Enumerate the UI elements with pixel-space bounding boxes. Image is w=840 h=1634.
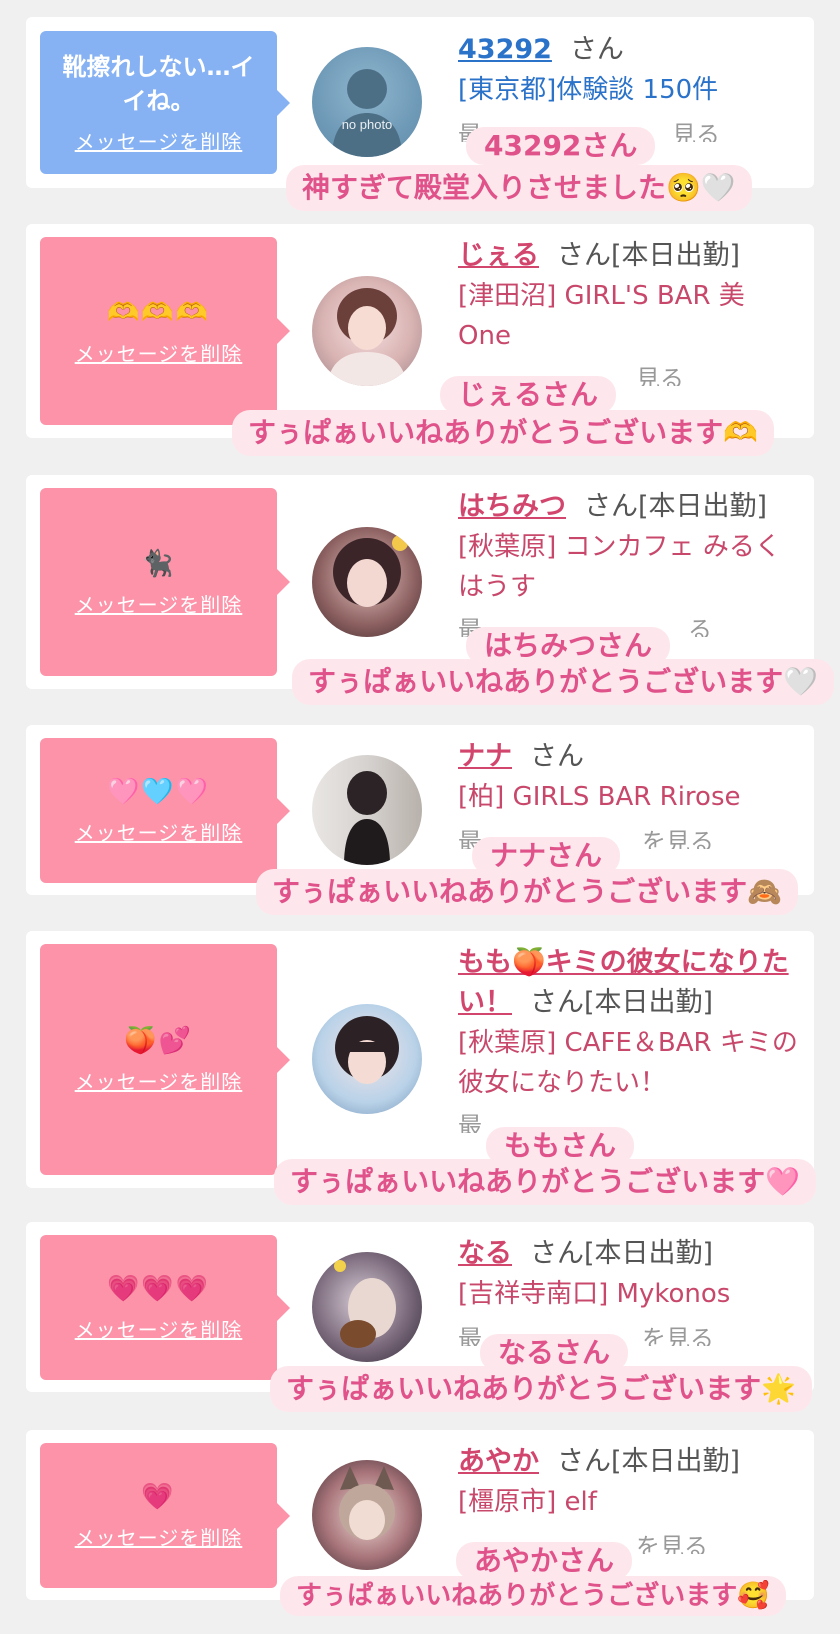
message-bubble: 🩷🩵🩷 メッセージを削除 xyxy=(40,738,290,883)
shop-info: [津田沼] GIRL'S BAR 美One xyxy=(458,281,745,351)
message-bubble: 🍑💕 メッセージを削除 xyxy=(40,944,290,1175)
message-bubble: 靴擦れしない…イイね。 メッセージを削除 xyxy=(40,31,290,174)
honorific: さん xyxy=(530,741,584,772)
profile-info: あやか さん[本日出勤] [橿原市] elf を見る xyxy=(458,1442,788,1554)
profile-info: じぇる さん[本日出勤] [津田沼] GIRL'S BAR 美One 見る xyxy=(458,236,788,386)
profile-photo-icon xyxy=(339,1466,395,1540)
delete-message-link[interactable]: メッセージを削除 xyxy=(75,1066,243,1095)
list-item: 🐈‍⬛ メッセージを削除 はちみつ さん[本日出勤] [秋葉原] コンカフェ みる… xyxy=(26,475,835,705)
message-emoji: 💗 xyxy=(141,1482,176,1512)
caption-name: あやかさん xyxy=(456,1542,633,1580)
profile-name-link[interactable]: ナナ xyxy=(458,741,512,772)
profile-photo-icon xyxy=(344,771,390,865)
message-emoji: 🩷🩵🩷 xyxy=(106,777,211,807)
message-text: 靴擦れしない…イイね。 xyxy=(62,53,255,115)
profile-info: もも🍑キミの彼女になりたい！ さん[本日出勤] [秋葉原] CAFE＆BAR キミ… xyxy=(458,943,798,1133)
list-item: 💗 メッセージを削除 あやか さん[本日出勤] [橿原市] elf を見る あやか… xyxy=(26,1430,814,1616)
caption-message: すぅぱぁいいねありがとうございます🥰 xyxy=(280,1576,786,1616)
shop-info: [橿原市] elf xyxy=(458,1487,597,1517)
profile-info: はちみつ さん[本日出勤] [秋葉原] コンカフェ みるくはうす 最る xyxy=(458,487,788,637)
avatar[interactable] xyxy=(312,527,422,637)
message-emoji: 🐈‍⬛ xyxy=(141,548,176,579)
profile-name-link[interactable]: 43292 xyxy=(458,34,552,65)
profile-info: 43292 さん [東京都]体験談 150件 最見る xyxy=(458,30,788,142)
list-item: 靴擦れしない…イイね。 メッセージを削除 no photo 43292 さん [東… xyxy=(26,17,814,211)
profile-photo-icon xyxy=(334,1260,396,1348)
delete-message-link[interactable]: メッセージを削除 xyxy=(75,1522,243,1551)
shop-info: [東京都]体験談 150件 xyxy=(458,75,719,105)
delete-message-link[interactable]: メッセージを削除 xyxy=(75,817,243,846)
like-message-list: 靴擦れしない…イイね。 メッセージを削除 no photo 43292 さん [東… xyxy=(0,0,840,1634)
delete-message-link[interactable]: メッセージを削除 xyxy=(75,589,243,618)
avatar[interactable] xyxy=(312,276,422,386)
delete-message-link[interactable]: メッセージを削除 xyxy=(75,338,243,367)
shop-info: [秋葉原] CAFE＆BAR キミの彼女になりたい！ xyxy=(458,1028,798,1098)
profile-photo-icon xyxy=(335,1016,399,1084)
list-item: 🩷🩵🩷 メッセージを削除 ナナ さん [柏] GIRLS BAR Rirose 最… xyxy=(26,725,814,915)
honorific: さん[本日出勤] xyxy=(557,1446,741,1477)
avatar[interactable] xyxy=(312,755,422,865)
caption-message: すぅぱぁいいねありがとうございます🫶 xyxy=(232,410,775,456)
profile-info: なる さん[本日出勤] [吉祥寺南口] Mykonos 最を見る xyxy=(458,1234,788,1346)
profile-photo-icon xyxy=(327,288,407,386)
profile-photo-icon xyxy=(333,535,408,607)
caption-name: 43292さん xyxy=(466,127,656,165)
delete-message-link[interactable]: メッセージを削除 xyxy=(75,126,243,155)
avatar[interactable] xyxy=(312,1252,422,1362)
honorific: さん[本日出勤] xyxy=(557,240,741,271)
caption-message: すぅぱぁいいねありがとうございます🩷 xyxy=(274,1159,817,1205)
shop-info: [秋葉原] コンカフェ みるくはうす xyxy=(458,532,781,602)
shop-info: [柏] GIRLS BAR Rirose xyxy=(458,782,741,812)
honorific: さん xyxy=(569,34,624,65)
message-emoji: 🫶🫶🫶 xyxy=(106,297,211,328)
list-item: 🫶🫶🫶 メッセージを削除 じぇる さん[本日出勤] [津田沼] GIRL'S BA… xyxy=(26,224,814,456)
delete-message-link[interactable]: メッセージを削除 xyxy=(75,1314,243,1343)
caption-message: 神すぎて殿堂入りさせました🥺🤍 xyxy=(286,165,752,211)
profile-name-link[interactable]: はちみつ xyxy=(458,491,566,522)
profile-name-link[interactable]: なる xyxy=(458,1238,512,1269)
honorific: さん[本日出勤] xyxy=(584,491,768,522)
message-emoji: 💗💗💗 xyxy=(106,1274,211,1304)
caption-message: すぅぱぁいいねありがとうございます🤍 xyxy=(292,659,835,705)
avatar[interactable] xyxy=(312,1004,422,1114)
list-item: 💗💗💗 メッセージを削除 なる さん[本日出勤] [吉祥寺南口] Mykonos … xyxy=(26,1222,814,1412)
profile-name-link[interactable]: じぇる xyxy=(458,240,539,271)
message-bubble: 🫶🫶🫶 メッセージを削除 xyxy=(40,237,290,425)
message-bubble: 🐈‍⬛ メッセージを削除 xyxy=(40,488,290,676)
profile-name-link[interactable]: あやか xyxy=(458,1446,539,1477)
profile-info: ナナ さん [柏] GIRLS BAR Rirose 最を見る xyxy=(458,737,788,849)
message-bubble: 💗💗💗 メッセージを削除 xyxy=(40,1235,290,1380)
message-emoji: 🍑💕 xyxy=(124,1026,193,1056)
avatar[interactable] xyxy=(312,1460,422,1570)
honorific: さん[本日出勤] xyxy=(530,987,714,1018)
caption-name: じぇるさん xyxy=(440,376,617,414)
avatar[interactable]: no photo xyxy=(312,47,422,157)
person-silhouette-icon: no photo xyxy=(332,69,402,157)
caption-message: すぅぱぁいいねありがとうございます🌟 xyxy=(270,1366,813,1412)
avatar-placeholder-text: no photo xyxy=(342,117,393,132)
shop-info: [吉祥寺南口] Mykonos xyxy=(458,1279,731,1309)
list-item: 🍑💕 メッセージを削除 もも🍑キミの彼女になりたい！ さん[本日出勤] [秋葉原]… xyxy=(26,931,817,1205)
message-bubble: 💗 メッセージを削除 xyxy=(40,1443,290,1588)
honorific: さん[本日出勤] xyxy=(530,1238,714,1269)
caption-message: すぅぱぁいいねありがとうございます🙈 xyxy=(256,869,799,915)
